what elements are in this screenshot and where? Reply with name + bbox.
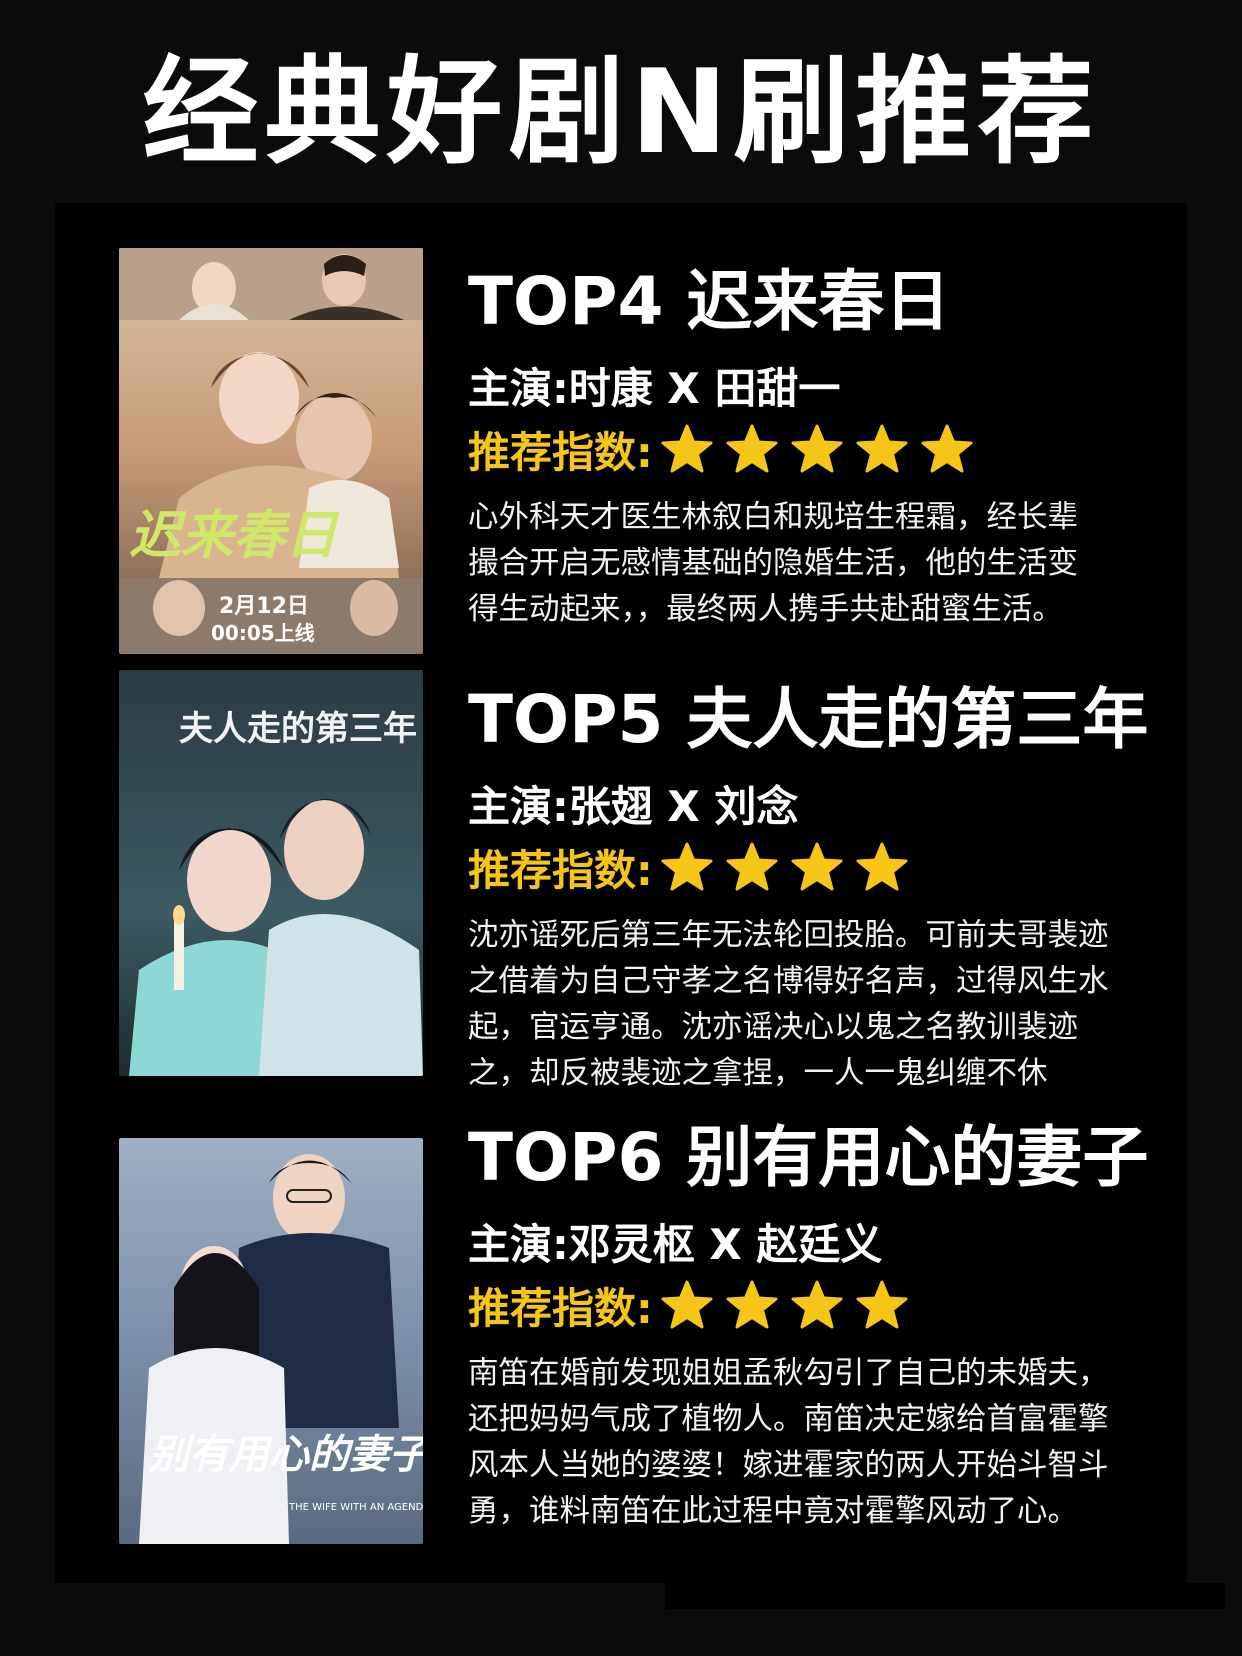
star-rating: [661, 424, 986, 474]
star-icon: [661, 842, 713, 891]
star-icon: [661, 1280, 713, 1329]
poster-image[interactable]: 别有用心的妻子 THE WIFE WITH AN AGENDA: [119, 1138, 423, 1544]
drama-description: 南笛在婚前发现姐姐孟秋勾引了自己的未婚夫， 还把妈妈气成了植物人。南笛决定嫁给首…: [468, 1351, 1168, 1535]
star-icon: [856, 424, 908, 473]
star-rating: [661, 1280, 921, 1330]
star-icon: [791, 842, 843, 891]
drama-title: TOP5 夫人走的第三年: [468, 681, 1149, 758]
panel-shadow: [665, 1583, 1225, 1609]
star-icon: [856, 1280, 908, 1329]
drama-title: TOP4 迟来春日: [468, 263, 951, 340]
drama-title: TOP6 别有用心的妻子: [468, 1119, 1149, 1196]
drama-cast: 主演:邓灵枢 X 赵廷义: [468, 1220, 883, 1269]
rating-row: 推荐指数:: [468, 1278, 921, 1333]
star-icon: [791, 1280, 843, 1329]
drama-card-top5[interactable]: 夫人走的第三年 TOP5 夫人走的第三年 主演:张翅 X 刘念 推荐指数: 沈亦…: [55, 658, 1187, 1091]
drama-cast: 主演:时康 X 田甜一: [468, 364, 841, 413]
star-icon: [921, 424, 973, 473]
poster-title-art: 夫人走的第三年: [179, 709, 417, 749]
description-line: 得生动起来，，最终两人携手共赴甜蜜生活。: [468, 592, 1063, 627]
star-icon: [791, 424, 843, 473]
star-icon: [726, 1280, 778, 1329]
star-icon: [661, 424, 713, 473]
poster-time: 00:05上线: [211, 621, 315, 645]
poster-image[interactable]: 夫人走的第三年: [119, 670, 423, 1076]
poster-title-art: 迟来春日: [129, 505, 340, 566]
star-icon: [726, 842, 778, 891]
description-line: 之，却反被裴迹之拿捏，一人一鬼纠缠不休: [468, 1056, 1048, 1091]
description-line: 之借着为自己守孝之名博得好名声，过得风生水: [468, 964, 1109, 999]
description-line: 风本人当她的婆婆！嫁进霍家的两人开始斗智斗: [468, 1448, 1109, 1483]
description-line: 起，官运亨通。沈亦谣决心以鬼之名教训裴迹: [468, 1010, 1078, 1045]
star-rating: [661, 842, 921, 892]
poster-date: 2月12日: [219, 594, 309, 619]
drama-description: 沈亦谣死后第三年无法轮回投胎。可前夫哥裴迹 之借着为自己守孝之名博得好名声，过得…: [468, 913, 1168, 1097]
description-line: 南笛在婚前发现姐姐孟秋勾引了自己的未婚夫，: [468, 1356, 1109, 1391]
drama-description: 心外科天才医生林叙白和规培生程霜，经长辈 撮合开启无感情基础的隐婚生活，他的生活…: [468, 495, 1168, 633]
rating-label: 推荐指数:: [468, 1283, 653, 1333]
drama-card-top6[interactable]: 别有用心的妻子 THE WIFE WITH AN AGENDA TOP6 别有用…: [55, 1096, 1187, 1544]
description-line: 勇，谁料南笛在此过程中竟对霍擎风动了心。: [468, 1494, 1078, 1529]
poster-image[interactable]: 迟来春日 2月12日 00:05上线: [119, 248, 423, 654]
star-icon: [726, 424, 778, 473]
description-line: 心外科天才医生林叙白和规培生程霜，经长辈: [468, 500, 1078, 535]
ranking-panel: 迟来春日 2月12日 00:05上线 TOP4 迟来春日 主演:时康 X 田甜一…: [55, 203, 1187, 1583]
description-line: 沈亦谣死后第三年无法轮回投胎。可前夫哥裴迹: [468, 918, 1109, 953]
description-line: 还把妈妈气成了植物人。南笛决定嫁给首富霍擎: [468, 1402, 1109, 1437]
rating-label: 推荐指数:: [468, 845, 653, 895]
page-title: 经典好剧N刷推荐: [142, 45, 1100, 180]
description-line: 撮合开启无感情基础的隐婚生活，他的生活变: [468, 546, 1078, 581]
poster-title-art: 别有用心的妻子: [148, 1431, 423, 1478]
rating-row: 推荐指数:: [468, 422, 986, 477]
star-icon: [856, 842, 908, 891]
rating-label: 推荐指数:: [468, 427, 653, 477]
rating-row: 推荐指数:: [468, 840, 921, 895]
drama-cast: 主演:张翅 X 刘念: [468, 782, 799, 831]
poster-english-title: THE WIFE WITH AN AGENDA: [288, 1502, 423, 1513]
drama-card-top4[interactable]: 迟来春日 2月12日 00:05上线 TOP4 迟来春日 主演:时康 X 田甜一…: [55, 240, 1187, 654]
